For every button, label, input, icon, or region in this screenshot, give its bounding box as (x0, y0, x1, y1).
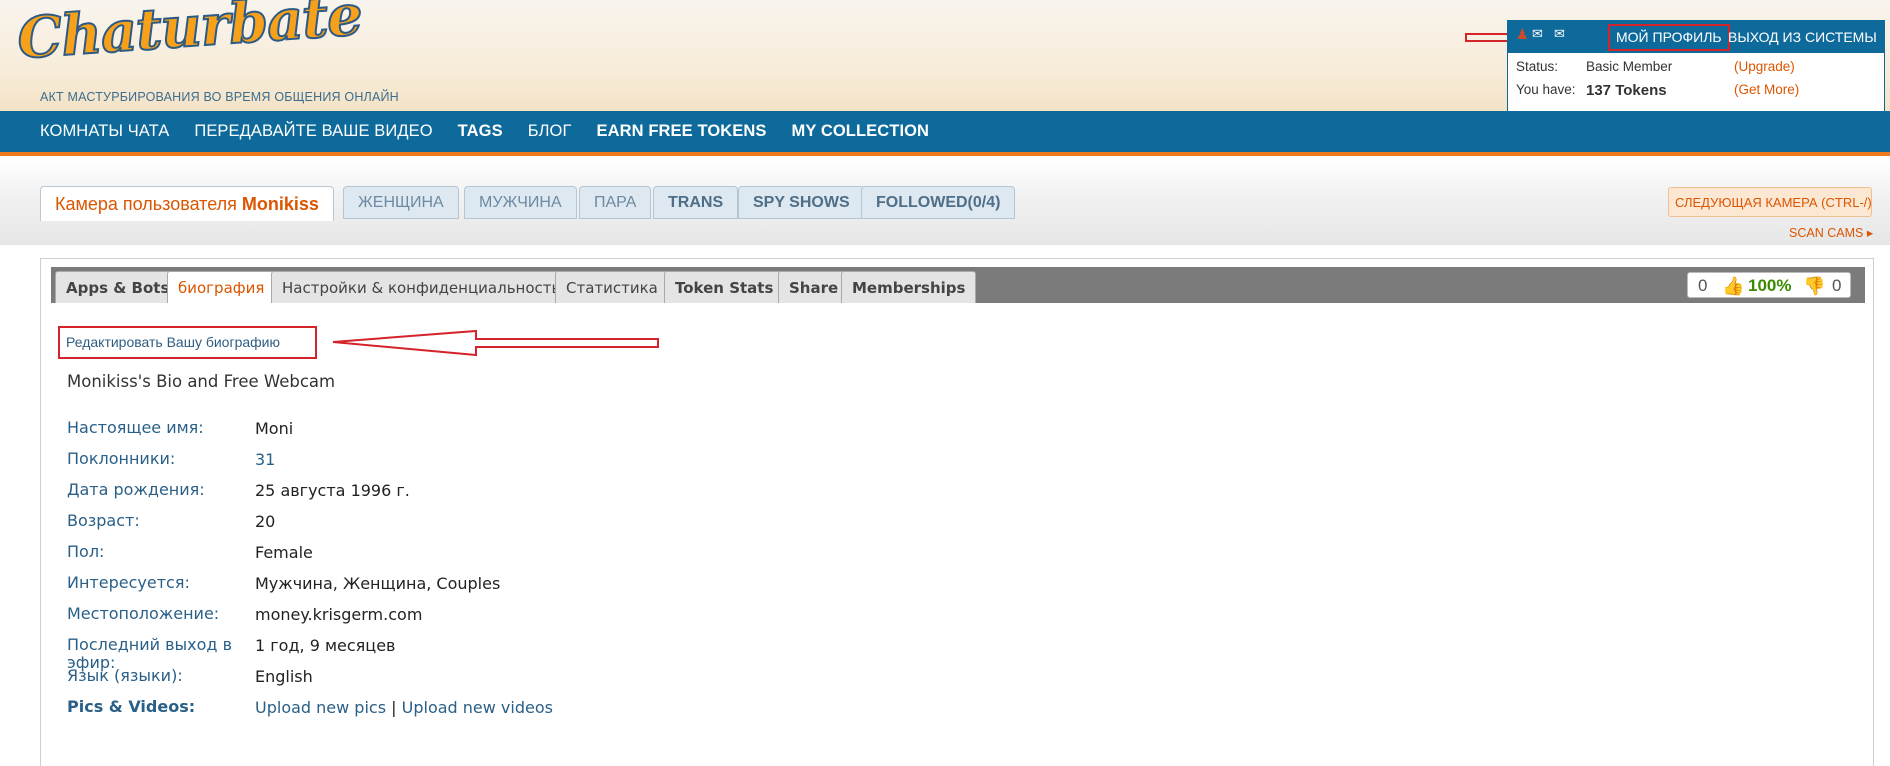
panel-tabs-bar: Apps & Bots биография Настройки & конфид… (51, 267, 1865, 303)
upload-videos-link[interactable]: Upload new videos (402, 698, 553, 717)
bio-row: Местоположение: money.krisgerm.com (67, 605, 667, 635)
cam-tab-username: Monikiss (241, 194, 319, 214)
bio-value: money.krisgerm.com (255, 605, 423, 624)
site-logo[interactable]: Chaturbate (14, 0, 364, 92)
bio-key: Настоящее имя: (67, 418, 204, 437)
bio-row: Дата рождения: 25 августа 1996 г. (67, 481, 667, 511)
category-tabs-bar: Камера пользователя Monikiss ЖЕНЩИНА МУЖ… (0, 160, 1890, 245)
bio-key: Дата рождения: (67, 480, 205, 499)
tokens-value: 137 Tokens (1586, 82, 1667, 99)
bio-key: Язык (языки): (67, 666, 183, 685)
play-arrow-icon: ▸ (1866, 226, 1874, 240)
tab-share[interactable]: Share (778, 271, 850, 303)
thumbs-up-icon[interactable]: 👍 (1722, 276, 1744, 297)
user-info-box: ♟ ✉ ✉ МОЙ ПРОФИЛЬ ВЫХОД ИЗ СИСТЕМЫ Statu… (1507, 20, 1885, 111)
bio-value: Мужчина, Женщина, Couples (255, 574, 501, 593)
bio-key: Пол: (67, 542, 105, 561)
bio-value: 20 (255, 512, 276, 531)
bio-key: Поклонники: (67, 449, 176, 468)
upload-pics-link[interactable]: Upload new pics (255, 698, 386, 717)
bio-row: Поклонники: 31 (67, 450, 667, 480)
rating-percent: 100% (1748, 276, 1792, 295)
tab-memberships[interactable]: Memberships (841, 271, 977, 303)
bio-row: Язык (языки): English (67, 667, 667, 697)
logo-text: Chaturbate (14, 0, 364, 73)
bio-value: 25 августа 1996 г. (255, 481, 410, 500)
notifications-icon[interactable]: ✉ (1554, 28, 1574, 42)
upgrade-link[interactable]: (Upgrade) (1734, 59, 1795, 74)
bio-row: Пол: Female (67, 543, 667, 573)
bio-key: Интересуется: (67, 573, 190, 592)
tab-female[interactable]: ЖЕНЩИНА (343, 186, 459, 219)
bio-value: 1 год, 9 месяцев (255, 636, 396, 655)
main-nav: КОМНАТЫ ЧАТА ПЕРЕДАВАЙТЕ ВАШЕ ВИДЕО TAGS… (0, 111, 1890, 156)
bio-row: Настоящее имя: Moni (67, 419, 667, 449)
status-value: Basic Member (1586, 59, 1673, 74)
bio-value: Moni (255, 419, 294, 438)
edit-bio-link[interactable]: Редактировать Вашу биографию (58, 326, 317, 359)
bio-value: Female (255, 543, 313, 562)
tab-couple[interactable]: ПАРА (579, 186, 652, 219)
links-separator: | (391, 698, 397, 717)
nav-my-collection[interactable]: MY COLLECTION (792, 122, 930, 141)
get-more-link[interactable]: (Get More) (1734, 82, 1799, 97)
nav-tags[interactable]: TAGS (458, 122, 503, 141)
thumbs-up-count: 0 (1698, 276, 1708, 295)
status-row: Status: Basic Member (Upgrade) (1516, 59, 1876, 82)
tab-statistics[interactable]: Статистика (555, 271, 669, 303)
thumbs-down-count: 0 (1832, 276, 1842, 295)
pics-videos-links: Upload new pics | Upload new videos (255, 698, 553, 717)
scan-cams-link[interactable]: SCAN CAMS ▸ (1789, 225, 1873, 240)
tab-settings-privacy[interactable]: Настройки & конфиденциальность (271, 271, 572, 303)
bio-row: Интересуется: Мужчина, Женщина, Couples (67, 574, 667, 604)
nav-blog[interactable]: БЛОГ (528, 122, 572, 141)
status-label: Status: (1516, 59, 1559, 74)
pics-videos-row: Pics & Videos: Upload new pics | Upload … (67, 698, 667, 728)
followers-link[interactable]: 31 (255, 450, 275, 469)
site-header: Chaturbate АКТ МАСТУРБИРОВАНИЯ ВО ВРЕМЯ … (0, 0, 1890, 111)
user-icon[interactable]: ♟ (1516, 27, 1530, 43)
profile-panel: Apps & Bots биография Настройки & конфид… (40, 258, 1874, 766)
tokens-label: You have: (1516, 82, 1576, 97)
tab-trans[interactable]: TRANS (653, 186, 739, 219)
cam-tab-prefix: Камера пользователя (55, 194, 237, 214)
bio-row: Последний выход в эфир: 1 год, 9 месяцев (67, 636, 667, 672)
followers-value[interactable]: 31 (255, 450, 275, 469)
rating-widget: 0 👍 100% 👎 0 (1687, 272, 1851, 298)
my-profile-link[interactable]: МОЙ ПРОФИЛЬ (1608, 24, 1730, 51)
logout-link[interactable]: ВЫХОД ИЗ СИСТЕМЫ (1728, 24, 1877, 51)
annotation-arrow (332, 329, 659, 357)
site-tagline: АКТ МАСТУРБИРОВАНИЯ ВО ВРЕМЯ ОБЩЕНИЯ ОНЛ… (40, 90, 399, 104)
nav-chat-rooms[interactable]: КОМНАТЫ ЧАТА (40, 122, 169, 141)
pics-videos-label: Pics & Videos: (67, 697, 196, 716)
bio-value: English (255, 667, 313, 686)
tokens-row: You have: 137 Tokens (Get More) (1516, 82, 1876, 105)
tab-user-cam[interactable]: Камера пользователя Monikiss (40, 186, 334, 221)
nav-earn-tokens[interactable]: EARN FREE TOKENS (597, 122, 767, 141)
bio-title: Monikiss's Bio and Free Webcam (67, 372, 336, 391)
bio-key: Возраст: (67, 511, 140, 530)
scan-cams-label: SCAN CAMS (1789, 226, 1864, 240)
tab-bio[interactable]: биография (167, 271, 276, 303)
nav-broadcast[interactable]: ПЕРЕДАВАЙТЕ ВАШЕ ВИДЕО (194, 122, 432, 141)
bio-key: Местоположение: (67, 604, 220, 623)
thumbs-down-icon[interactable]: 👎 (1803, 276, 1825, 297)
next-cam-button[interactable]: СЛЕДУЮЩАЯ КАМЕРА (CTRL-/) (1668, 187, 1872, 217)
bio-row: Возраст: 20 (67, 512, 667, 542)
tab-followed[interactable]: FOLLOWED(0/4) (861, 186, 1016, 219)
tab-apps-bots[interactable]: Apps & Bots (55, 271, 181, 303)
tab-male[interactable]: МУЖЧИНА (464, 186, 577, 219)
user-box-topbar: ♟ ✉ ✉ МОЙ ПРОФИЛЬ ВЫХОД ИЗ СИСТЕМЫ (1508, 21, 1884, 53)
tab-token-stats[interactable]: Token Stats (664, 271, 785, 303)
messages-icon[interactable]: ✉ (1532, 28, 1552, 42)
tab-spy-shows[interactable]: SPY SHOWS (738, 186, 865, 219)
